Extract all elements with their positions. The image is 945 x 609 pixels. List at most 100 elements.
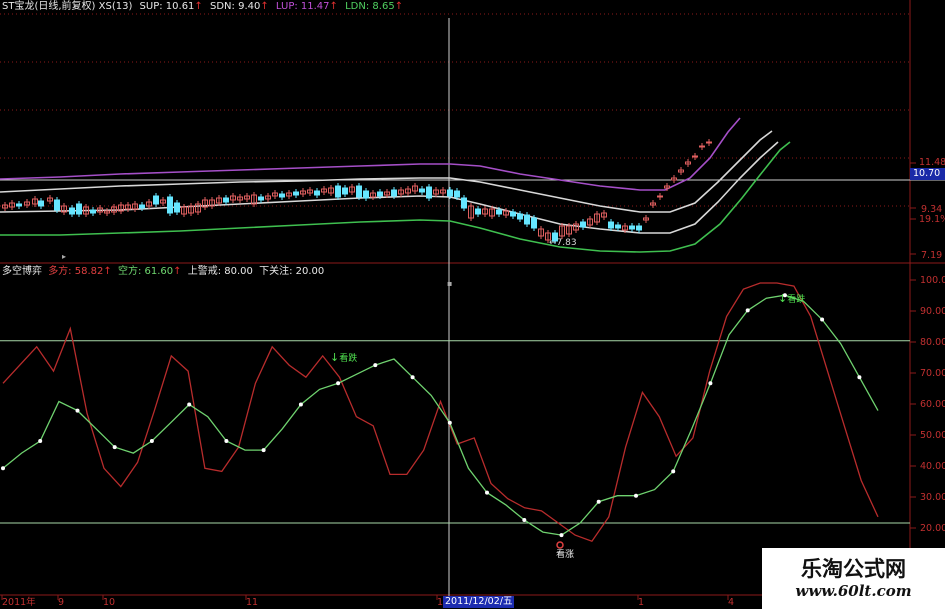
top-y-label: 11.48 xyxy=(919,157,945,168)
duofang-value: 多方: 58.82 xyxy=(48,266,104,277)
signal-label: 看跌 xyxy=(787,295,806,305)
arrow-up-icon: ↑ xyxy=(194,1,203,12)
stock-name: ST宝龙(日线,前复权) xyxy=(2,1,96,12)
x-label: 10 xyxy=(103,597,116,608)
kongfang-point xyxy=(336,381,341,386)
signal-bearish-2: ↓看跌 xyxy=(778,292,805,305)
candle-body xyxy=(335,185,341,198)
arrow-down-icon: ↓ xyxy=(330,351,340,364)
kongfang-point xyxy=(298,402,303,407)
top-y-label: 19.1% xyxy=(919,214,945,225)
candle-body xyxy=(657,195,663,198)
indicator-name-duokong: 多空博弈 xyxy=(2,266,42,277)
cursor-date-tag: 2011/12/02/五 xyxy=(443,596,515,608)
bottom-header: 多空博弈 多方: 58.82↑ 空方: 61.60↑ 上警戒: 80.00 下关… xyxy=(2,266,324,278)
current-price-tag: 10.70 xyxy=(910,168,945,180)
signal-bullish: 看涨 xyxy=(556,547,574,560)
candle-body xyxy=(475,208,481,215)
kongfang-point xyxy=(708,381,713,386)
x-label: 1 xyxy=(638,597,645,608)
kongfang-value: 空方: 61.60 xyxy=(117,266,174,277)
candle-body xyxy=(258,196,264,201)
candle-body xyxy=(279,193,285,198)
kongfang-point xyxy=(75,408,80,413)
candle-body xyxy=(692,155,698,158)
x-label: 11 xyxy=(246,597,259,608)
low-price-value: 7.83 xyxy=(556,238,577,248)
kongfang-point xyxy=(187,402,192,407)
kongfang-point xyxy=(559,533,564,538)
candle-body xyxy=(454,190,460,198)
signal-label: 看涨 xyxy=(556,550,575,560)
candle-body xyxy=(636,225,642,231)
candle-body xyxy=(426,186,432,199)
sdn-value: SDN: 9.40 xyxy=(210,1,261,12)
candle-body xyxy=(356,185,362,198)
kongfang-point xyxy=(522,518,527,522)
candle-body xyxy=(139,204,145,209)
candle-body xyxy=(342,187,348,195)
sup-value: SUP: 10.61 xyxy=(139,1,195,12)
top-y-label: 7.19 xyxy=(921,250,943,261)
bottom-y-label: 20.00 xyxy=(920,523,945,534)
kongfang-point xyxy=(149,439,154,443)
candle-body xyxy=(54,199,60,211)
candle-body xyxy=(223,197,229,203)
bottom-y-label: 30.00 xyxy=(920,492,945,503)
bottom-y-label: 90.00 xyxy=(920,306,945,317)
arrow-up-icon: ↑ xyxy=(103,266,112,277)
signal-bearish-1: ↓看跌 xyxy=(330,351,357,364)
candle-body xyxy=(391,189,397,197)
candle-body xyxy=(531,217,537,229)
candle-body xyxy=(38,200,44,207)
kongfang-point xyxy=(224,439,229,443)
kongfang-point xyxy=(745,308,750,313)
candle-body xyxy=(615,224,621,229)
kongfang-point xyxy=(373,363,378,368)
arrow-left-icon: ← xyxy=(549,238,557,248)
kongfang-point xyxy=(112,445,117,450)
candle-body xyxy=(69,207,75,215)
x-label: 4 xyxy=(728,597,735,608)
bottom-y-label: 60.00 xyxy=(920,399,945,410)
lup-value: LUP: 11.47 xyxy=(275,1,330,12)
kongfang-point xyxy=(634,493,638,498)
shangjingjie-value: 上警戒: 80.00 xyxy=(187,266,253,277)
kongfang-point xyxy=(410,375,415,380)
signal-label: 看跌 xyxy=(339,354,358,364)
bottom-y-label: 40.00 xyxy=(920,461,945,472)
candle-body xyxy=(153,195,159,205)
candle-body xyxy=(419,188,425,193)
marker-glyph: ▸ xyxy=(62,252,66,261)
kongfang-point xyxy=(447,420,452,425)
watermark-title: 乐淘公式网 xyxy=(801,556,906,581)
marker-glyph: ▪ xyxy=(447,279,452,288)
candle-body xyxy=(174,202,180,213)
candle-body xyxy=(377,191,383,197)
candle-body xyxy=(76,203,82,215)
arrow-up-icon: ↑ xyxy=(394,1,404,12)
candle-body xyxy=(293,191,299,196)
kongfang-point xyxy=(596,499,601,504)
xiaguanzhu-value: 下关注: 20.00 xyxy=(259,266,325,277)
kongfang-point xyxy=(261,448,266,453)
bottom-y-label: 50.00 xyxy=(920,430,945,441)
candle-body xyxy=(167,196,173,214)
candle-body xyxy=(699,145,705,148)
arrow-up-icon: ↑ xyxy=(329,1,338,12)
ldn-value: LDN: 8.65 xyxy=(345,1,395,12)
kongfang-point xyxy=(1,466,5,471)
x-label: 9 xyxy=(58,597,65,608)
bottom-y-label: 80.00 xyxy=(920,337,945,348)
kongfang-point xyxy=(485,490,489,495)
x-label: 2011年 xyxy=(2,597,36,608)
kongfang-point xyxy=(820,317,825,322)
bottom-y-label: 100.0 xyxy=(920,275,945,286)
indicator-name: XS(13) xyxy=(98,1,133,12)
low-price-marker: ←7.83 xyxy=(549,238,577,248)
watermark-url: www.60lt.com xyxy=(795,582,912,600)
candle-body xyxy=(496,209,502,215)
candle-body xyxy=(510,211,516,217)
candle-body xyxy=(524,214,530,225)
candle-body xyxy=(580,221,586,228)
